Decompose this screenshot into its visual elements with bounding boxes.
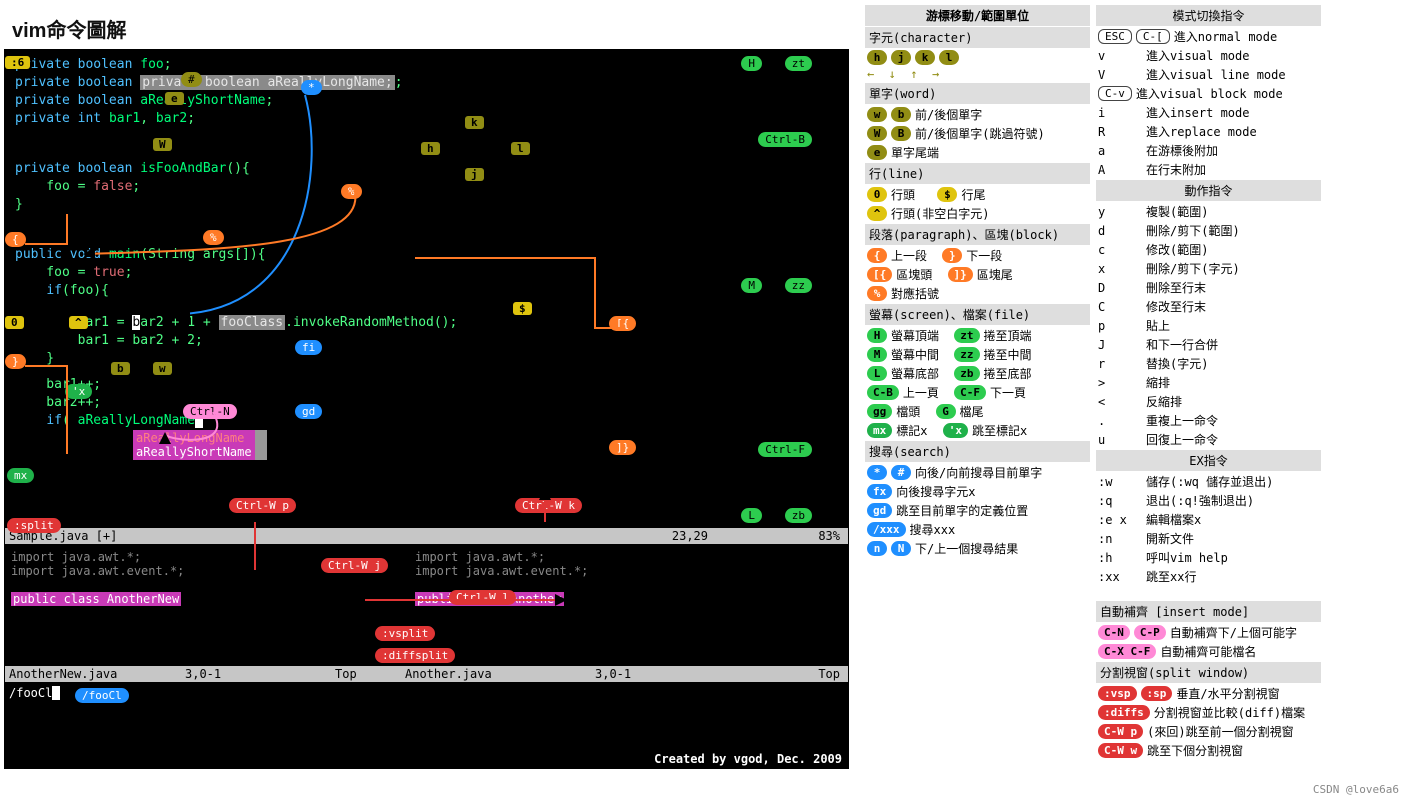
h-badge: H: [741, 56, 762, 71]
k-key: k: [465, 116, 484, 129]
l-key: l: [511, 142, 530, 155]
completion-popup: aReallyLongName aReallyShortName: [133, 430, 267, 460]
gd-badge: gd: [295, 404, 322, 419]
vsplit-badge: :vsplit: [375, 626, 435, 641]
b-badge: b: [111, 362, 130, 375]
diffsplit-badge: :diffsplit: [375, 648, 455, 663]
hash-badge: #: [181, 72, 202, 87]
cmdline: /fooCl: [9, 686, 60, 700]
ctrlWk-badge: Ctrl-W k: [515, 498, 582, 513]
dollar-badge: $: [513, 302, 532, 315]
zero-badge: 0: [5, 316, 24, 329]
ref-col-2: 模式切換指令 ESCC-[進入normal mode v進入visual mod…: [1096, 4, 1321, 769]
ctrlWj-badge: Ctrl-W j: [321, 558, 388, 573]
lbrkt-badge: [{: [609, 316, 636, 331]
fi-badge: fi: [295, 340, 322, 355]
j-key: j: [465, 168, 484, 181]
zz-badge: zz: [785, 278, 812, 293]
L-badge: L: [741, 508, 762, 523]
pane-left: import java.awt.*;import java.awt.event.…: [11, 550, 184, 606]
ctrlWp-badge: Ctrl-W p: [229, 498, 296, 513]
page-footer: CSDN @love6a6: [1313, 783, 1399, 796]
e-badge: e: [165, 92, 184, 105]
M-badge: M: [741, 278, 762, 293]
status-bar-2: AnotherNew.java 3,0-1 Top Another.java 3…: [5, 666, 848, 682]
pct2-badge: %: [203, 230, 224, 245]
zt-badge: zt: [785, 56, 812, 71]
credit: Created by vgod, Dec. 2009: [654, 752, 842, 766]
status-bar-1: Sample.java [+] 23,29 83%: [5, 528, 848, 544]
split-badge: :split: [7, 518, 61, 533]
ctrlB-badge: Ctrl-B: [758, 132, 812, 147]
page-title: vim命令圖解: [12, 14, 851, 43]
tickx-badge: 'x: [65, 384, 92, 399]
star-badge: *: [301, 80, 322, 95]
rbrace-badge: }: [5, 354, 26, 369]
W-badge: W: [153, 138, 172, 151]
caret-badge: ^: [69, 316, 88, 329]
h-key: h: [421, 142, 440, 155]
lbrace-badge: {: [5, 232, 26, 247]
zb-badge: zb: [785, 508, 812, 523]
ctrln-badge: Ctrl-N: [183, 404, 237, 419]
rbrkt-badge: ]}: [609, 440, 636, 455]
foocl-badge: /fooCl: [75, 688, 129, 703]
ctrlF-badge: Ctrl-F: [758, 442, 812, 457]
mx-badge: mx: [7, 468, 34, 483]
ref-col-1: 游標移動/範圍單位 字元(character) hjkl ← ↓ ↑ → 單字(…: [865, 4, 1090, 769]
editor-mock: private boolean foo; private boolean pri…: [4, 49, 849, 769]
w-badge: w: [153, 362, 172, 375]
ctrlWl-badge: Ctrl-W l: [449, 590, 516, 605]
goto-line-badge: :6: [5, 56, 30, 69]
pct-badge: %: [341, 184, 362, 199]
